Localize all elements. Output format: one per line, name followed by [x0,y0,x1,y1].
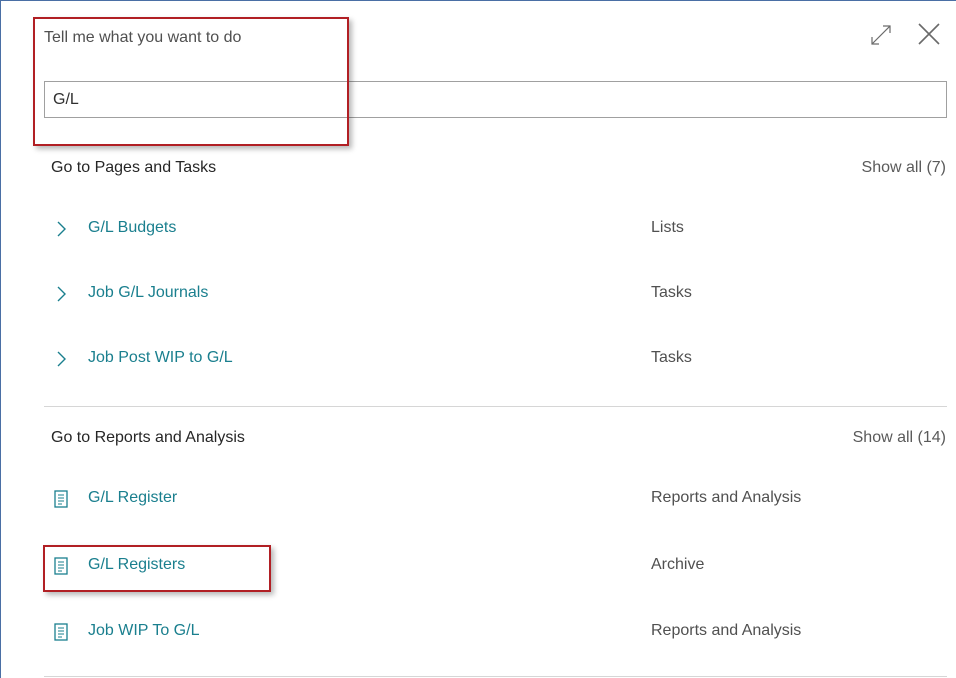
search-input[interactable] [44,81,947,118]
item-label[interactable]: G/L Register [88,489,177,507]
close-icon[interactable] [915,20,943,48]
report-icon [54,623,68,641]
list-item-job-gl-journals[interactable]: Job G/L Journals Tasks [44,274,947,314]
reports-section-title: Go to Reports and Analysis [51,429,245,446]
list-item-gl-registers[interactable]: G/L Registers Archive [44,546,947,586]
item-label[interactable]: G/L Registers [88,556,185,574]
list-item-job-wip-to-gl[interactable]: Job WIP To G/L Reports and Analysis [44,612,947,652]
tell-me-dialog: Tell me what you want to do Go to Pages … [0,0,956,678]
report-icon [54,557,68,575]
list-item-gl-register[interactable]: G/L Register Reports and Analysis [44,479,947,519]
item-category: Archive [651,556,705,573]
chevron-right-icon [57,221,66,237]
list-item-gl-budgets[interactable]: G/L Budgets Lists [44,209,947,249]
item-category: Tasks [651,349,692,366]
item-label[interactable]: Job G/L Journals [88,284,208,302]
report-icon [54,490,68,508]
chevron-right-icon [57,351,66,367]
expand-icon[interactable] [869,23,893,47]
item-label[interactable]: Job WIP To G/L [88,622,199,640]
section-divider [44,676,947,677]
item-category: Lists [651,219,684,236]
reports-show-all-link[interactable]: Show all (14) [853,429,946,447]
pages-section-title: Go to Pages and Tasks [51,159,217,176]
item-category: Tasks [651,284,692,301]
chevron-right-icon [57,286,66,302]
dialog-title: Tell me what you want to do [44,29,242,46]
item-label[interactable]: Job Post WIP to G/L [88,349,233,367]
item-category: Reports and Analysis [651,622,802,639]
pages-show-all-link[interactable]: Show all (7) [862,159,946,177]
item-label[interactable]: G/L Budgets [88,219,176,237]
section-divider [44,406,947,407]
list-item-job-post-wip[interactable]: Job Post WIP to G/L Tasks [44,339,947,379]
item-category: Reports and Analysis [651,489,802,506]
